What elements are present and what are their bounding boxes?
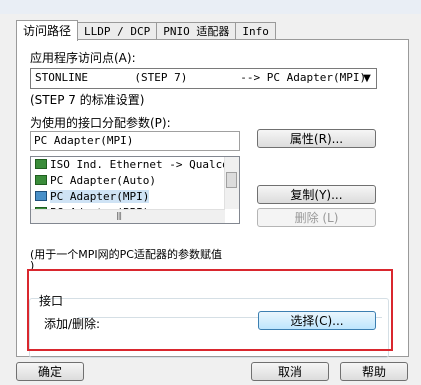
interface-param-value: PC Adapter(MPI) (34, 134, 134, 147)
copy-button[interactable]: 复制(Y)... (257, 185, 376, 204)
delete-button[interactable]: 删除 (L) (257, 208, 376, 227)
highlight-box (27, 269, 393, 351)
help-button[interactable]: 帮助 (340, 362, 408, 381)
vertical-scrollbar[interactable] (224, 157, 239, 209)
list-item[interactable]: PC Adapter(Auto) (35, 173, 156, 189)
access-point-note: (STEP 7 的标准设置) (30, 93, 145, 107)
interface-list[interactable]: ISO Ind. Ethernet -> Qualcom PC Adapter(… (30, 156, 240, 224)
chevron-down-icon[interactable]: ▼ (358, 69, 376, 88)
scroll-grip-icon: ||| (116, 211, 122, 220)
access-point-value: STONLINE (STEP 7) --> PC Adapter(MPI) (35, 71, 367, 84)
access-point-select[interactable]: STONLINE (STEP 7) --> PC Adapter(MPI) ▼ (30, 68, 377, 89)
tab-strip: 访问路径 LLDP / DCP PNIO 适配器 Info (16, 20, 276, 41)
properties-button[interactable]: 属性(R)... (257, 129, 376, 148)
interface-param-field[interactable]: PC Adapter(MPI) (30, 131, 240, 151)
tab-access-path[interactable]: 访问路径 (16, 20, 79, 41)
list-item[interactable]: ISO Ind. Ethernet -> Qualcom (35, 157, 235, 173)
ok-button[interactable]: 确定 (16, 362, 84, 381)
access-point-label: 应用程序访问点(A): (30, 51, 136, 65)
interface-param-label: 为使用的接口分配参数(P): (30, 116, 171, 130)
cancel-button[interactable]: 取消 (251, 362, 329, 381)
network-adapter-icon (35, 175, 47, 185)
list-item-selected[interactable]: PC Adapter(MPI) (35, 189, 150, 205)
network-adapter-icon (35, 159, 47, 169)
description-text: (用于一个MPI网的PC适配器的参数赋值 (30, 248, 222, 261)
network-adapter-icon (35, 191, 47, 201)
title-bar-strip (0, 0, 421, 14)
scroll-thumb[interactable] (226, 172, 237, 188)
horizontal-scrollbar[interactable]: ||| (31, 209, 225, 223)
